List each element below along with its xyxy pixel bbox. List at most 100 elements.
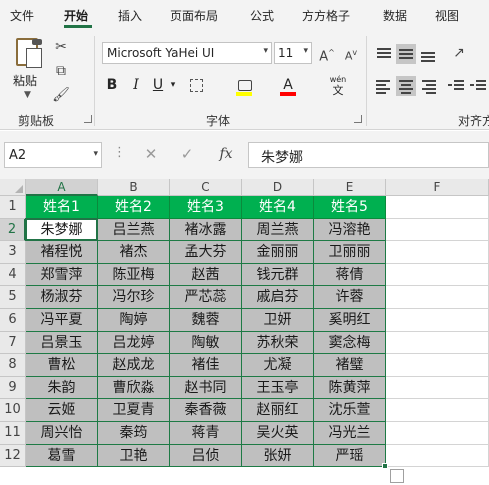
cell-c2[interactable]: 褚冰露 bbox=[170, 218, 242, 242]
cell-d12[interactable]: 张妍 bbox=[242, 444, 314, 468]
row-header-12[interactable]: 12 bbox=[0, 444, 26, 468]
tab-data[interactable]: 数据 bbox=[383, 7, 407, 24]
row-header-9[interactable]: 9 bbox=[0, 376, 26, 400]
cell-b3[interactable]: 褚杰 bbox=[98, 241, 170, 264]
increase-indent-icon[interactable] bbox=[468, 76, 488, 96]
tab-view[interactable]: 视图 bbox=[435, 7, 459, 24]
cell-d7[interactable]: 苏秋荣 bbox=[242, 331, 314, 355]
align-left-icon[interactable] bbox=[374, 76, 394, 96]
cell-b2[interactable]: 吕兰燕 bbox=[98, 218, 170, 242]
row-header-6[interactable]: 6 bbox=[0, 309, 26, 332]
cell-b11[interactable]: 秦筠 bbox=[98, 422, 170, 445]
cell-a9[interactable]: 朱韵 bbox=[26, 376, 98, 400]
cell-f7[interactable] bbox=[386, 331, 489, 355]
italic-button[interactable]: I bbox=[128, 74, 144, 96]
cell-e7[interactable]: 窦念梅 bbox=[314, 331, 386, 355]
cell-e2[interactable]: 冯溶艳 bbox=[314, 218, 386, 242]
cell-b6[interactable]: 陶婷 bbox=[98, 309, 170, 332]
column-header-a[interactable]: A bbox=[26, 179, 98, 196]
row-header-1[interactable]: 1 bbox=[0, 196, 26, 219]
cell-c9[interactable]: 赵书同 bbox=[170, 376, 242, 400]
quick-analysis-icon[interactable] bbox=[390, 469, 404, 484]
align-bottom-icon[interactable] bbox=[418, 44, 438, 64]
underline-button[interactable]: U bbox=[150, 74, 166, 96]
enter-icon[interactable]: ✓ bbox=[175, 143, 199, 165]
cell-d2[interactable]: 周兰燕 bbox=[242, 218, 314, 242]
column-header-d[interactable]: D bbox=[242, 179, 314, 196]
cell-e11[interactable]: 冯光兰 bbox=[314, 422, 386, 445]
font-launcher-icon[interactable] bbox=[354, 115, 362, 123]
cell-b8[interactable]: 赵成龙 bbox=[98, 354, 170, 377]
cell-a11[interactable]: 周兴怡 bbox=[26, 422, 98, 445]
chevron-down-icon[interactable]: ▾ bbox=[168, 74, 178, 96]
cell-c11[interactable]: 蒋青 bbox=[170, 422, 242, 445]
cell-b12[interactable]: 卫艳 bbox=[98, 444, 170, 468]
cell-f11[interactable] bbox=[386, 422, 489, 445]
tab-insert[interactable]: 插入 bbox=[118, 7, 142, 24]
decrease-font-icon[interactable]: Av bbox=[340, 44, 362, 63]
row-header-11[interactable]: 11 bbox=[0, 422, 26, 445]
cell-d3[interactable]: 金丽丽 bbox=[242, 241, 314, 264]
bold-button[interactable]: B bbox=[104, 74, 120, 96]
font-color-button[interactable]: A bbox=[276, 74, 300, 96]
cell-d10[interactable]: 赵丽红 bbox=[242, 399, 314, 422]
cell-d4[interactable]: 钱元群 bbox=[242, 263, 314, 287]
row-header-8[interactable]: 8 bbox=[0, 354, 26, 377]
cell-f6[interactable] bbox=[386, 309, 489, 332]
fill-handle[interactable] bbox=[382, 463, 388, 470]
tab-formulas[interactable]: 公式 bbox=[250, 7, 274, 24]
font-size-select[interactable]: 11 ▾ bbox=[274, 42, 312, 64]
clipboard-launcher-icon[interactable] bbox=[84, 115, 92, 123]
cell-d8[interactable]: 尤凝 bbox=[242, 354, 314, 377]
column-header-f[interactable]: F bbox=[386, 179, 489, 196]
cell-b9[interactable]: 曹欣淼 bbox=[98, 376, 170, 400]
column-header-e[interactable]: E bbox=[314, 179, 386, 196]
cell-f2[interactable] bbox=[386, 218, 489, 242]
cell-a5[interactable]: 杨淑芬 bbox=[26, 286, 98, 309]
format-painter-icon[interactable]: 🖌 bbox=[50, 86, 72, 104]
cell-b10[interactable]: 卫夏青 bbox=[98, 399, 170, 422]
cell-c10[interactable]: 秦香薇 bbox=[170, 399, 242, 422]
cell-f10[interactable] bbox=[386, 399, 489, 422]
column-header-b[interactable]: B bbox=[98, 179, 170, 196]
row-header-4[interactable]: 4 bbox=[0, 263, 26, 287]
align-center-icon[interactable] bbox=[396, 76, 416, 96]
tab-fangfang[interactable]: 方方格子 bbox=[302, 7, 350, 24]
header-cell-e[interactable]: 姓名5 bbox=[314, 196, 386, 219]
cell-e5[interactable]: 许蓉 bbox=[314, 286, 386, 309]
paste-button[interactable]: 粘贴 ▼ bbox=[8, 36, 48, 106]
increase-font-icon[interactable]: A^ bbox=[316, 44, 338, 64]
cell-a10[interactable]: 云姬 bbox=[26, 399, 98, 422]
column-header-c[interactable]: C bbox=[170, 179, 242, 196]
cell-a6[interactable]: 冯平夏 bbox=[26, 309, 98, 332]
cell-f9[interactable] bbox=[386, 376, 489, 400]
cell-a7[interactable]: 吕景玉 bbox=[26, 331, 98, 355]
cell-f12[interactable] bbox=[386, 444, 489, 468]
cell-a4[interactable]: 郑雪萍 bbox=[26, 263, 98, 287]
cell-c5[interactable]: 严芯蕊 bbox=[170, 286, 242, 309]
cell-d6[interactable]: 卫妍 bbox=[242, 309, 314, 332]
cell-e3[interactable]: 卫丽丽 bbox=[314, 241, 386, 264]
header-cell-a[interactable]: 姓名1 bbox=[26, 196, 98, 219]
row-header-3[interactable]: 3 bbox=[0, 241, 26, 264]
align-middle-icon[interactable] bbox=[396, 44, 416, 64]
more-options-icon[interactable]: ⋮ bbox=[113, 145, 126, 160]
header-cell-c[interactable]: 姓名3 bbox=[170, 196, 242, 219]
cell-b7[interactable]: 吕龙婷 bbox=[98, 331, 170, 355]
cell-b5[interactable]: 冯尔珍 bbox=[98, 286, 170, 309]
orientation-icon[interactable]: ↗ bbox=[448, 44, 470, 62]
row-header-7[interactable]: 7 bbox=[0, 331, 26, 355]
align-right-icon[interactable] bbox=[418, 76, 438, 96]
cell-c6[interactable]: 魏蓉 bbox=[170, 309, 242, 332]
font-family-select[interactable]: Microsoft YaHei UI ▾ bbox=[102, 42, 272, 64]
insert-function-icon[interactable]: fx bbox=[214, 143, 238, 165]
cancel-icon[interactable]: ✕ bbox=[139, 143, 163, 165]
formula-input[interactable]: 朱梦娜 bbox=[248, 142, 489, 168]
tab-home[interactable]: 开始 bbox=[64, 7, 88, 24]
cell-f4[interactable] bbox=[386, 263, 489, 287]
cut-icon[interactable]: ✂ bbox=[50, 38, 72, 56]
fill-color-button[interactable] bbox=[232, 74, 258, 96]
header-cell-b[interactable]: 姓名2 bbox=[98, 196, 170, 219]
name-box[interactable]: A2 ▾ bbox=[4, 142, 102, 168]
tab-file[interactable]: 文件 bbox=[10, 7, 34, 24]
